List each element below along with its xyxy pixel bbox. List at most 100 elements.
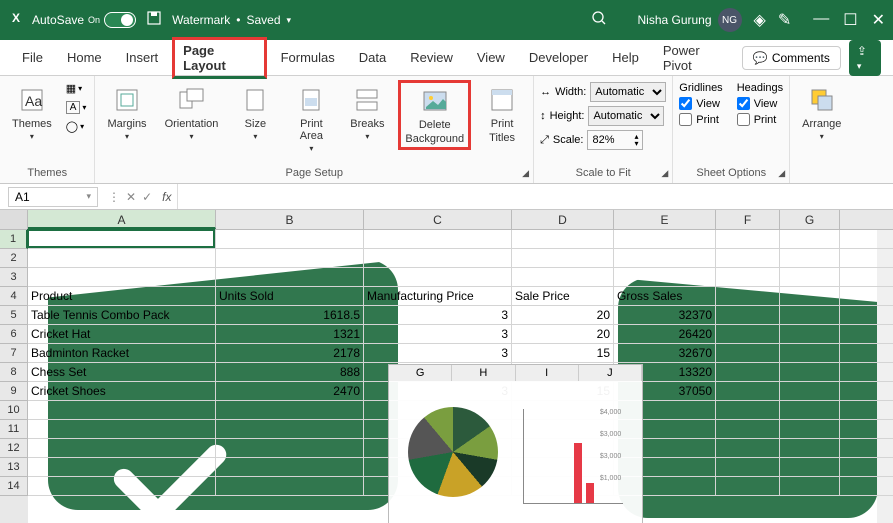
cancel-formula-icon[interactable]: ⋮ (108, 190, 120, 204)
cell[interactable] (716, 401, 780, 419)
autosave-toggle[interactable]: AutoSave On (32, 12, 136, 28)
cell[interactable]: 888 (216, 363, 364, 381)
cell[interactable] (716, 439, 780, 457)
column-header[interactable]: E (614, 210, 716, 229)
orientation-button[interactable]: Orientation▾ (159, 80, 225, 145)
row-header[interactable]: 1 (0, 230, 28, 249)
cell[interactable] (780, 344, 840, 362)
cell[interactable]: 3 (364, 325, 512, 343)
cell[interactable] (614, 268, 716, 286)
cell[interactable] (780, 306, 840, 324)
gridlines-view-checkbox[interactable]: View (679, 97, 722, 110)
save-icon[interactable] (146, 10, 162, 31)
tab-formulas[interactable]: Formulas (271, 44, 345, 71)
cell[interactable] (780, 458, 840, 476)
cell[interactable]: 32670 (614, 344, 716, 362)
row-header[interactable]: 12 (0, 439, 28, 458)
cell[interactable] (716, 420, 780, 438)
cell[interactable] (614, 249, 716, 267)
colors-button[interactable]: ▦▾ (64, 80, 89, 97)
cell[interactable] (716, 363, 780, 381)
cell[interactable] (216, 458, 364, 476)
margins-button[interactable]: Margins▾ (101, 80, 152, 145)
cell[interactable] (780, 401, 840, 419)
cell[interactable] (364, 268, 512, 286)
close-button[interactable]: ✕ (872, 10, 885, 30)
cell[interactable] (780, 477, 840, 495)
user-account[interactable]: Nisha Gurung NG (637, 8, 741, 32)
row-header[interactable]: 14 (0, 477, 28, 496)
row-header[interactable]: 7 (0, 344, 28, 363)
cell[interactable] (216, 268, 364, 286)
minimize-button[interactable]: — (813, 10, 829, 30)
cell[interactable]: Table Tennis Combo Pack (28, 306, 216, 324)
tab-insert[interactable]: Insert (116, 44, 169, 71)
cell[interactable] (716, 287, 780, 305)
row-header[interactable]: 6 (0, 325, 28, 344)
row-header[interactable]: 8 (0, 363, 28, 382)
cell[interactable]: 20 (512, 306, 614, 324)
cell[interactable] (780, 363, 840, 381)
tab-help[interactable]: Help (602, 44, 649, 71)
cell[interactable] (716, 477, 780, 495)
cell[interactable] (780, 287, 840, 305)
select-all-corner[interactable] (0, 210, 28, 229)
width-select[interactable]: Automatic (590, 82, 666, 102)
fonts-button[interactable]: A▾ (64, 99, 89, 116)
tab-page-layout[interactable]: Page Layout (172, 37, 266, 79)
cell[interactable]: 26420 (614, 325, 716, 343)
chevron-down-icon[interactable]: ▾ (287, 15, 292, 26)
cell[interactable]: Badminton Racket (28, 344, 216, 362)
themes-button[interactable]: Aa Themes ▾ (6, 80, 58, 145)
cell[interactable]: 20 (512, 325, 614, 343)
cell[interactable]: 32370 (614, 306, 716, 324)
cell[interactable] (28, 420, 216, 438)
cell[interactable] (780, 268, 840, 286)
cell[interactable]: Gross Sales (614, 287, 716, 305)
row-header[interactable]: 5 (0, 306, 28, 325)
cell[interactable]: 1321 (216, 325, 364, 343)
cell[interactable] (716, 382, 780, 400)
row-header[interactable]: 9 (0, 382, 28, 401)
search-icon[interactable] (591, 10, 607, 31)
cell[interactable] (716, 344, 780, 362)
cell[interactable] (780, 230, 840, 248)
diamond-icon[interactable]: ◈ (754, 10, 766, 30)
cell[interactable] (780, 325, 840, 343)
height-select[interactable]: Automatic (588, 106, 664, 126)
cell[interactable] (216, 477, 364, 495)
share-button[interactable]: ⇪ ▾ (849, 40, 881, 76)
tab-power-pivot[interactable]: Power Pivot (653, 37, 738, 79)
embedded-chart[interactable]: GHIJ $4,000 $3,000 $3,000 $1,000 (388, 364, 643, 523)
row-header[interactable]: 11 (0, 420, 28, 439)
cell[interactable] (216, 439, 364, 457)
maximize-button[interactable]: ☐ (843, 10, 857, 30)
tab-home[interactable]: Home (57, 44, 112, 71)
effects-button[interactable]: ◯▾ (64, 118, 89, 135)
cell[interactable] (716, 249, 780, 267)
enter-icon[interactable]: ✓ (142, 190, 152, 204)
fx-label[interactable]: fx (162, 190, 171, 204)
tab-review[interactable]: Review (400, 44, 463, 71)
cell[interactable] (28, 268, 216, 286)
cell[interactable]: Cricket Shoes (28, 382, 216, 400)
column-header[interactable]: G (780, 210, 840, 229)
cell[interactable]: 3 (364, 306, 512, 324)
tab-view[interactable]: View (467, 44, 515, 71)
tab-developer[interactable]: Developer (519, 44, 598, 71)
cell[interactable] (28, 249, 216, 267)
cell[interactable]: Chess Set (28, 363, 216, 381)
cell[interactable] (216, 401, 364, 419)
cell[interactable] (780, 382, 840, 400)
cell[interactable] (216, 249, 364, 267)
cell[interactable]: 3 (364, 344, 512, 362)
pencil-icon[interactable]: ✎ (778, 10, 791, 30)
cell[interactable] (364, 249, 512, 267)
tab-file[interactable]: File (12, 44, 53, 71)
cell[interactable]: Cricket Hat (28, 325, 216, 343)
cell[interactable]: Units Sold (216, 287, 364, 305)
cell[interactable] (716, 325, 780, 343)
cell[interactable]: 1618.5 (216, 306, 364, 324)
print-titles-button[interactable]: PrintTitles (477, 80, 527, 148)
cell[interactable]: 2470 (216, 382, 364, 400)
